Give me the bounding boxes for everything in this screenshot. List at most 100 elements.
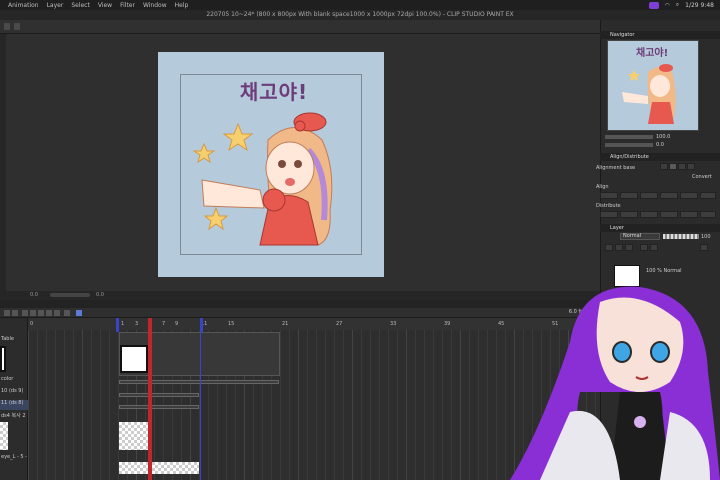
out-marker[interactable] — [200, 318, 203, 332]
distribute-button[interactable] — [680, 211, 698, 218]
cel-thumbnail[interactable] — [119, 422, 149, 450]
star-icon — [192, 142, 216, 164]
distribute-button[interactable] — [600, 211, 618, 218]
grid-column-line — [325, 330, 326, 480]
layer-panel-title[interactable]: Layer — [600, 224, 720, 232]
first-frame-icon[interactable] — [22, 310, 28, 316]
align-panel-title[interactable]: Align/Distribute — [600, 153, 720, 161]
distribute-button[interactable] — [640, 211, 658, 218]
layer-tool-button[interactable] — [625, 244, 633, 251]
tool-strip — [0, 34, 6, 292]
track-name-column: Table color 10 (ds 9) 11 (ds 8) ds4 복사 2… — [0, 318, 28, 480]
onion-skin-icon[interactable] — [76, 310, 82, 316]
navigator-zoom-value[interactable]: 100.0 — [656, 134, 670, 140]
opacity-slider[interactable] — [663, 234, 699, 239]
last-frame-icon[interactable] — [54, 310, 60, 316]
track-name[interactable]: ds4 복사 2 — [0, 412, 28, 422]
track-name[interactable]: color — [0, 376, 28, 386]
app-badge-icon[interactable] — [648, 1, 659, 9]
navigator-art-title: 채고야! — [636, 48, 669, 59]
grid-column-line — [46, 330, 47, 480]
grid-column-line — [352, 330, 353, 480]
cel-bar[interactable] — [119, 405, 199, 409]
menu-view[interactable]: View — [98, 2, 112, 9]
grid-column-line — [397, 330, 398, 480]
cel-bar[interactable] — [119, 393, 199, 397]
canvas-scrollbar[interactable] — [50, 293, 90, 297]
prev-frame-icon[interactable] — [30, 310, 36, 316]
distribute-button[interactable] — [700, 211, 716, 218]
ruler-tick: 9 — [175, 321, 179, 327]
grid-column-line — [343, 330, 344, 480]
grid-column-line — [451, 330, 452, 480]
menu-select[interactable]: Select — [71, 2, 90, 9]
character-illustration — [192, 112, 333, 246]
navigator-angle-value[interactable]: 0.0 — [656, 142, 664, 148]
align-base-button[interactable] — [660, 163, 668, 170]
new-icon[interactable] — [4, 23, 10, 30]
menu-animation[interactable]: Animation — [8, 2, 39, 9]
align-middle-button[interactable] — [680, 192, 698, 199]
grid-column-line — [298, 330, 299, 480]
opacity-value[interactable]: 100 — [701, 234, 711, 240]
layer-item-label[interactable]: 100 % Normal — [646, 268, 682, 274]
align-left-button[interactable] — [600, 192, 618, 199]
align-right-button[interactable] — [640, 192, 658, 199]
pause-icon[interactable] — [38, 310, 44, 316]
align-base-button[interactable] — [678, 163, 686, 170]
layer-tool-button[interactable] — [640, 244, 648, 251]
grid-column-line — [379, 330, 380, 480]
distribute-button[interactable] — [620, 211, 638, 218]
convert-label[interactable]: Convert — [692, 174, 712, 180]
ruler-tick: 27 — [336, 321, 343, 327]
grid-column-line — [55, 330, 56, 480]
zoom-value[interactable]: 0.0 — [30, 292, 38, 298]
track-name[interactable]: Table — [0, 336, 28, 346]
loop-icon[interactable] — [64, 310, 70, 316]
align-bottom-button[interactable] — [700, 192, 716, 199]
grid-column-line — [334, 330, 335, 480]
star-icon — [203, 206, 229, 231]
search-icon[interactable]: ⌕ — [676, 1, 679, 9]
align-base-button[interactable] — [687, 163, 695, 170]
zoom-out-icon[interactable] — [4, 310, 10, 316]
in-marker[interactable] — [116, 318, 119, 332]
cel-thumbnail[interactable] — [119, 462, 199, 474]
window-title: 220705 10~24* (800 x 800px With blank sp… — [0, 10, 720, 20]
align-top-button[interactable] — [660, 192, 678, 199]
ruler-tick: 3 — [135, 321, 139, 327]
open-icon[interactable] — [14, 23, 20, 30]
grid-column-line — [505, 330, 506, 480]
wifi-icon[interactable]: ◠ — [665, 2, 670, 9]
keyframe-thumbnail[interactable] — [120, 345, 148, 373]
menu-layer[interactable]: Layer — [47, 2, 64, 9]
layer-tool-button[interactable] — [700, 244, 708, 251]
blend-mode-select[interactable]: Normal — [620, 233, 660, 240]
grid-column-line — [460, 330, 461, 480]
cel-bar[interactable] — [119, 380, 279, 384]
layer-tool-button[interactable] — [605, 244, 613, 251]
playhead[interactable] — [148, 318, 152, 480]
angle-value[interactable]: 0.0 — [96, 292, 104, 298]
track-name[interactable]: 10 (ds 9) — [0, 388, 28, 398]
menu-filter[interactable]: Filter — [120, 2, 135, 9]
layer-tool-button[interactable] — [615, 244, 623, 251]
layer-tool-button[interactable] — [650, 244, 658, 251]
menu-window[interactable]: Window — [143, 2, 167, 9]
distribute-button[interactable] — [660, 211, 678, 218]
navigator-title[interactable]: Navigator — [600, 31, 720, 39]
align-center-button[interactable] — [620, 192, 638, 199]
track-name[interactable]: 11 (ds 8) — [0, 400, 28, 410]
grid-column-line — [109, 330, 110, 480]
distribute-label: Distribute — [596, 203, 621, 209]
menu-help[interactable]: Help — [175, 2, 189, 9]
navigator-angle-slider[interactable] — [605, 143, 653, 147]
navigator-zoom-slider[interactable] — [605, 135, 653, 139]
zoom-in-icon[interactable] — [12, 310, 18, 316]
grid-column-line — [37, 330, 38, 480]
track-name[interactable]: eye_L - 5 - off — [0, 454, 28, 464]
grid-column-line — [28, 330, 29, 480]
next-frame-icon[interactable] — [46, 310, 52, 316]
align-base-button[interactable] — [669, 163, 677, 170]
grid-column-line — [289, 330, 290, 480]
